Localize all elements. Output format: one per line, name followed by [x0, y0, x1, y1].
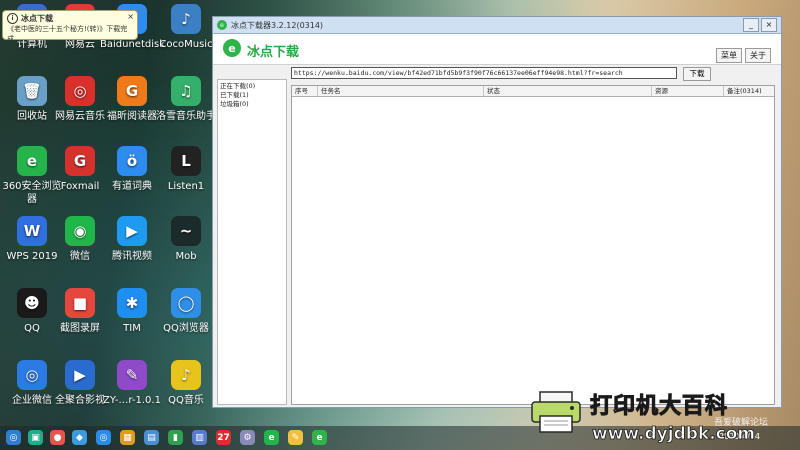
taskbar-app-icon[interactable]: ✎: [288, 430, 303, 445]
taskbar-calendar-icon[interactable]: 27: [216, 430, 231, 445]
sidebar-item-trash[interactable]: 垃圾箱(0): [220, 100, 284, 109]
desk-icon-foxmail-icon: G: [65, 146, 95, 176]
window-title: 冰点下载器3.2.12(0314): [231, 20, 324, 30]
info-icon: i: [7, 13, 18, 24]
taskbar-app-icon[interactable]: ▥: [192, 430, 207, 445]
desk-icon-qqmusic[interactable]: ♪ QQ音乐: [154, 360, 218, 407]
notification-title: 冰点下载: [21, 14, 53, 23]
desk-icon-qqbrowser[interactable]: ◯ QQ浏览器: [154, 288, 218, 335]
desk-icon-qqmusic-icon: ♪: [171, 360, 201, 390]
desktop-icon-label: Listen1: [167, 181, 205, 192]
taskbar-app-icon[interactable]: ▣: [28, 430, 43, 445]
bingdian-downloader-window: e 冰点下载器3.2.12(0314) _ × e 冰点下载 菜单 关于 htt…: [212, 16, 782, 408]
close-button[interactable]: ×: [761, 18, 777, 32]
printer-icon: [531, 391, 581, 433]
taskbar-360-icon[interactable]: e: [264, 430, 279, 445]
desk-icon-netease-music-icon: ◎: [65, 76, 95, 106]
desktop-icon-label: QQ音乐: [168, 395, 204, 406]
taskbar-browser-icon[interactable]: ◎: [96, 430, 111, 445]
desk-icon-qywx-icon: ◎: [17, 360, 47, 390]
desktop-icon-label: QQ浏览器: [163, 323, 209, 334]
watermark-title: 打印机大百科: [589, 394, 729, 420]
download-button[interactable]: 下载: [683, 67, 711, 81]
desk-icon-mob[interactable]: ~ Mob: [154, 216, 218, 263]
desk-icon-mob-icon: ~: [171, 216, 201, 246]
window-titlebar[interactable]: e 冰点下载器3.2.12(0314) _ ×: [213, 17, 781, 34]
notification-message: 《老中医的三十五个秘方!(转)》下载完成: [7, 25, 128, 43]
table-header: 序号 任务名 状态 资源 备注(0314): [292, 86, 774, 97]
start-icon[interactable]: ◎: [6, 430, 21, 445]
desk-icon-jietu-icon: ■: [65, 288, 95, 318]
desk-icon-wechat-icon: ◉: [65, 216, 95, 246]
sidebar-item-downloading[interactable]: 正在下载(0): [220, 82, 284, 91]
desk-icon-listen1[interactable]: L Listen1: [154, 146, 218, 193]
desk-icon-quanjuhe-icon: ▶: [65, 360, 95, 390]
desktop-icon-label: Mob: [175, 251, 197, 262]
desk-icon-foxit-icon: G: [117, 76, 147, 106]
desk-icon-tim-icon: ✱: [117, 288, 147, 318]
desk-icon-coco-icon: ♪: [171, 4, 201, 34]
sidebar-item-downloaded[interactable]: 已下载(1): [220, 91, 284, 100]
watermark-url: www.dyjdbk.com: [592, 424, 756, 445]
minimize-button[interactable]: _: [743, 18, 759, 32]
column-task-name[interactable]: 任务名: [318, 86, 484, 96]
download-complete-notification[interactable]: i 冰点下载 × 《老中医的三十五个秘方!(转)》下载完成: [2, 10, 138, 43]
taskbar-app-icon[interactable]: ◆: [72, 430, 87, 445]
brand-header: e 冰点下载 菜单 关于: [213, 34, 781, 65]
desk-icon-tencent-video-icon: ▶: [117, 216, 147, 246]
category-sidebar: 正在下载(0) 已下载(1) 垃圾箱(0): [217, 79, 287, 405]
brand-logo-icon: e: [223, 39, 241, 57]
desk-icon-youdao-icon: ö: [117, 146, 147, 176]
taskbar-bingdian-icon[interactable]: e: [312, 430, 327, 445]
desk-icon-recycle-icon: 🗑: [17, 76, 47, 106]
desk-icon-zy-icon: ✎: [117, 360, 147, 390]
desk-icon-wps-icon: W: [17, 216, 47, 246]
taskbar-app-icon[interactable]: ▮: [168, 430, 183, 445]
desk-icon-luoxue-icon: ♫: [171, 76, 201, 106]
taskbar-app-icon[interactable]: ▦: [120, 430, 135, 445]
url-row: https://wenku.baidu.com/view/bf42ed71bfd…: [291, 67, 771, 81]
url-input[interactable]: https://wenku.baidu.com/view/bf42ed71bfd…: [291, 67, 677, 79]
column-resource[interactable]: 资源: [652, 86, 724, 96]
taskbar-app-icon[interactable]: ●: [50, 430, 65, 445]
desk-icon-luoxue[interactable]: ♫ 洛雪音乐助手: [154, 76, 218, 123]
taskbar-app-icon[interactable]: ▤: [144, 430, 159, 445]
about-button[interactable]: 关于: [745, 48, 771, 63]
desktop-icon-label: CocoMusic: [159, 39, 213, 50]
desk-icon-qq-icon: ☻: [17, 288, 47, 318]
close-icon[interactable]: ×: [127, 12, 134, 21]
column-note[interactable]: 备注(0314): [724, 86, 774, 96]
column-index[interactable]: 序号: [292, 86, 318, 96]
app-icon: e: [217, 20, 227, 30]
desk-icon-coco[interactable]: ♪ CocoMusic: [154, 4, 218, 51]
desktop-icon-label: 洛雪音乐助手: [156, 111, 216, 122]
watermark: 打印机大百科 吾爱破解论坛 www.dyjdbk.com: [524, 384, 800, 450]
taskbar-settings-icon[interactable]: ⚙: [240, 430, 255, 445]
desk-icon-360-icon: e: [17, 146, 47, 176]
menu-button[interactable]: 菜单: [716, 48, 742, 63]
desk-icon-qqbrowser-icon: ◯: [171, 288, 201, 318]
brand-name: 冰点下载: [247, 45, 300, 60]
task-table: 序号 任务名 状态 资源 备注(0314): [291, 85, 775, 405]
column-status[interactable]: 状态: [484, 86, 652, 96]
desk-icon-listen1-icon: L: [171, 146, 201, 176]
